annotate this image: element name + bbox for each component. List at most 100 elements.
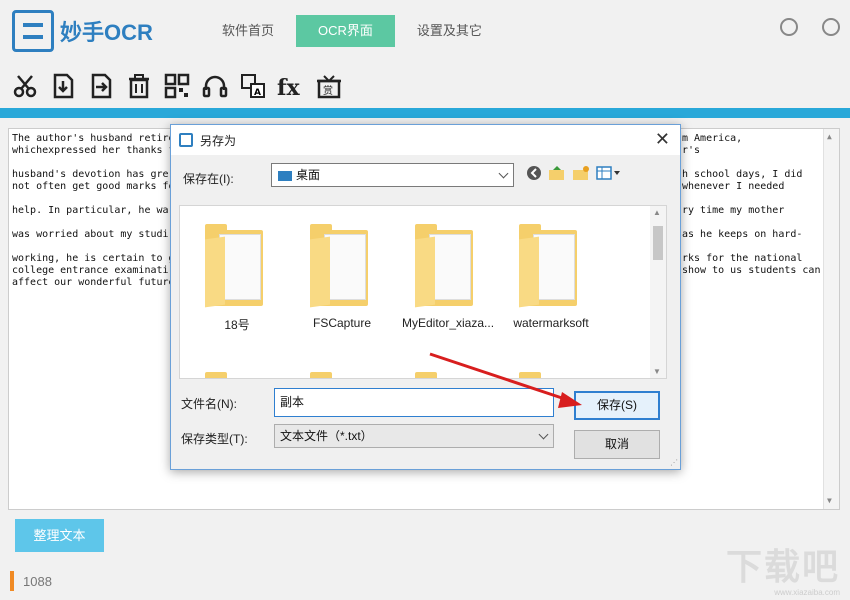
text-line: not often get good marks fo [12,181,175,192]
folder-item[interactable] [506,372,596,378]
text-line: rks for the national [682,253,803,264]
text-line: ry time my mother [682,205,785,216]
headset-icon[interactable] [200,71,230,101]
save-as-dialog: 另存为 ✕ 保存在(I): 桌面 18号 FSCapture MyEditor_… [170,124,681,470]
text-line: was worried about my studi [12,229,169,240]
up-folder-icon[interactable] [548,165,566,181]
export-icon[interactable] [86,71,116,101]
save-in-select[interactable]: 桌面 [271,163,514,187]
new-folder-icon[interactable] [572,165,590,181]
filetype-value: 文本文件（*.txt） [280,429,373,443]
text-line: r's [682,145,701,156]
logo-icon [12,10,54,52]
folder-icon [205,224,269,308]
folder-icon [205,372,269,378]
folder-item[interactable]: 18号 [192,224,282,333]
translate-icon[interactable]: A [238,71,268,101]
scroll-down-icon[interactable]: ▼ [653,367,661,376]
save-in-value: 桌面 [296,168,321,182]
text-line: whenever I needed [682,181,785,192]
tab-home[interactable]: 软件首页 [200,15,296,47]
dialog-titlebar[interactable]: 另存为 ✕ [171,125,680,155]
download-icon[interactable] [780,18,798,36]
folder-name: watermarksoft [513,316,589,330]
import-icon[interactable] [48,71,78,101]
watermark-url: www.xiazaiba.com [774,588,840,597]
folder-item[interactable] [297,372,387,378]
dialog-body: 保存在(I): 桌面 18号 FSCapture MyEditor_xiaza.… [171,155,680,469]
filetype-label: 保存类型(T): [181,432,248,446]
back-icon[interactable] [526,165,542,181]
folder-icon [310,372,374,378]
folder-icon [415,224,479,308]
cancel-button[interactable]: 取消 [574,430,660,459]
tab-settings[interactable]: 设置及其它 [395,15,504,47]
watermark-logo: 下载吧 [725,546,840,587]
scroll-down-icon[interactable]: ▼ [827,495,832,507]
formula-icon[interactable]: fx [276,71,306,101]
folder-icon [415,372,479,378]
chevron-down-icon [498,168,509,179]
folder-item[interactable]: MyEditor_xiaza... [402,224,495,330]
dialog-title: 另存为 [200,134,237,148]
chevron-down-icon [538,429,549,440]
save-button[interactable]: 保存(S) [574,391,660,420]
view-menu-icon[interactable] [596,165,622,181]
folder-name: 18号 [224,318,250,332]
close-icon[interactable]: ✕ [655,129,670,150]
window-controls [780,18,840,36]
folder-item[interactable] [402,372,492,378]
filename-label: 文件名(N): [181,397,237,411]
text-line: m America, [682,133,743,144]
main-nav: 软件首页 OCR界面 设置及其它 [200,15,504,47]
qrcode-icon[interactable] [162,71,192,101]
text-line: The author's husband retire [12,133,175,144]
text-line: college entrance examinati [12,265,169,276]
scroll-up-icon[interactable]: ▲ [827,131,832,143]
folder-item[interactable]: FSCapture [297,224,387,330]
scroll-up-icon[interactable]: ▲ [653,208,661,217]
scissors-icon[interactable] [10,71,40,101]
text-line: as he keeps on hard- [682,229,803,240]
file-pane-scrollbar[interactable]: ▲ ▼ [650,206,666,378]
text-line: affect our wonderful future [12,277,175,288]
trash-icon[interactable] [124,71,154,101]
text-line: husband's devotion has gre [12,169,169,180]
svg-text:fx: fx [277,75,300,100]
save-in-label: 保存在(I): [183,172,234,186]
app-logo: 妙手OCR [12,10,153,52]
file-list-pane[interactable]: 18号 FSCapture MyEditor_xiaza... watermar… [179,205,667,379]
logo-text: 妙手OCR [60,20,153,45]
logout-icon[interactable] [822,18,840,36]
status-indicator [10,571,14,591]
gift-icon[interactable]: 赏 [314,71,344,101]
scrollbar-thumb[interactable] [653,226,663,260]
folder-icon [519,372,583,378]
textarea-scrollbar[interactable]: ▲ ▼ [823,129,839,509]
status-bar [0,566,850,600]
svg-text:A: A [254,88,261,98]
tab-ocr[interactable]: OCR界面 [296,15,395,47]
folder-name: MyEditor_xiaza... [402,316,495,330]
character-count: 1088 [23,574,52,589]
location-nav-icons [526,165,622,181]
accent-strip [0,108,850,118]
toolbar: A fx 赏 [0,64,850,108]
filetype-select[interactable]: 文本文件（*.txt） [274,424,554,448]
resize-grip-icon[interactable]: ⋰ [670,458,678,467]
text-line: working, he is certain to g [12,253,175,264]
text-line: whichexpressed her thanks f [12,145,175,156]
text-line: show to us students can [682,265,821,276]
top-bar: 妙手OCR 软件首页 OCR界面 设置及其它 [0,0,850,64]
text-line: help. In particular, he wa [12,205,169,216]
dialog-app-icon [179,133,193,147]
svg-text:赏: 赏 [323,85,333,97]
folder-item[interactable] [192,372,282,378]
filename-input[interactable]: 副本 [274,388,554,417]
folder-icon [310,224,374,308]
desktop-icon [278,170,292,181]
folder-icon [519,224,583,308]
folder-item[interactable]: watermarksoft [506,224,596,330]
text-line: h school days, I did [682,169,803,180]
tidy-text-button[interactable]: 整理文本 [15,519,104,552]
